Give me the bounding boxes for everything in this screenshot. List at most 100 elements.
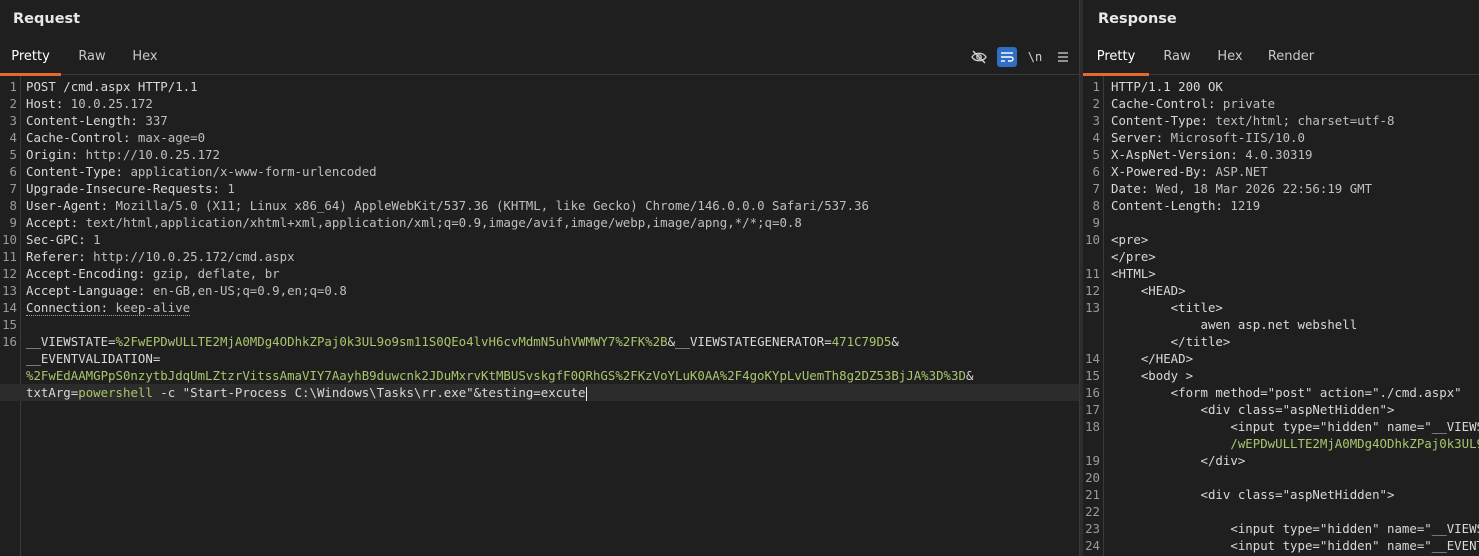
header-value: 1219 bbox=[1222, 198, 1261, 213]
code-line: 14 Connection: keep-alive bbox=[0, 299, 1079, 316]
response-tab-hex[interactable]: Hex bbox=[1209, 38, 1251, 75]
line-number: 23 bbox=[1085, 521, 1100, 536]
code-line: 3 Content-Length: 337 bbox=[0, 112, 1079, 129]
header-name: X-Powered-By: bbox=[1111, 164, 1208, 179]
code-line: 10 <pre> bbox=[1083, 231, 1479, 248]
wrap-lines-icon[interactable] bbox=[997, 46, 1017, 67]
html-line: <pre> bbox=[1111, 232, 1149, 247]
code-line: 13 Accept-Language: en-GB,en-US;q=0.9,en;… bbox=[0, 282, 1079, 299]
line-number: 13 bbox=[2, 283, 17, 298]
code-line: 2 Cache-Control: private bbox=[1083, 95, 1479, 112]
code-line: /wEPDwULLTE2MjA0MDg4ODhkZPaj0k3UL9o9sm11 bbox=[1083, 435, 1479, 452]
code-line: 6 X-Powered-By: ASP.NET bbox=[1083, 163, 1479, 180]
html-line: <div class="aspNetHidden"> bbox=[1111, 487, 1395, 502]
code-line: </pre> bbox=[1083, 248, 1479, 265]
code-text: X-Powered-By: ASP.NET bbox=[1111, 163, 1268, 180]
code-text: Cache-Control: private bbox=[1111, 95, 1275, 112]
code-line: 4 Cache-Control: max-age=0 bbox=[0, 129, 1079, 146]
header-name: Origin: bbox=[26, 147, 79, 162]
code-text: Content-Length: 337 bbox=[26, 112, 168, 129]
line-number: 18 bbox=[1085, 419, 1100, 434]
request-title: Request bbox=[13, 11, 81, 27]
code-line: 8 Content-Length: 1219 bbox=[1083, 197, 1479, 214]
html-line: </div> bbox=[1111, 453, 1246, 468]
line-number: 3 bbox=[9, 113, 17, 128]
code-text: %2FwEdAAMGPpS0nzytbJdqUmLZtzrVitssAmaVIY… bbox=[26, 367, 973, 384]
html-line: </title> bbox=[1111, 334, 1231, 349]
html-line: </pre> bbox=[1111, 249, 1156, 264]
request-toolbar: \n bbox=[969, 38, 1073, 75]
line-number: 7 bbox=[1092, 181, 1100, 196]
code-line: 5 Origin: http://10.0.25.172 bbox=[0, 146, 1079, 163]
code-line: 15 bbox=[0, 316, 1079, 333]
line-number: 10 bbox=[2, 232, 17, 247]
header-name: Cache-Control: bbox=[1111, 96, 1216, 111]
request-tab-hex[interactable]: Hex bbox=[124, 38, 166, 75]
header-name: Content-Length: bbox=[26, 113, 138, 128]
code-line: 3 Content-Type: text/html; charset=utf-8 bbox=[1083, 112, 1479, 129]
eye-slash-icon[interactable] bbox=[969, 47, 989, 67]
html-line: <input type="hidden" name="__EVENTVALIDA… bbox=[1230, 538, 1479, 553]
line-number: 5 bbox=[1092, 147, 1100, 162]
code-line: 18 <input type="hidden" name="__VIEWSTAT… bbox=[1083, 418, 1479, 435]
code-line: 9 Accept: text/html,application/xhtml+xml… bbox=[0, 214, 1079, 231]
param-name: __VIEWSTATEGENERATOR bbox=[675, 334, 825, 349]
header-value: 10.0.25.172 bbox=[63, 96, 153, 111]
response-tab-render[interactable]: Render bbox=[1263, 38, 1319, 75]
code-text: Content-Type: text/html; charset=utf-8 bbox=[1111, 112, 1394, 129]
header-value: 4.0.30319 bbox=[1237, 147, 1313, 162]
param-value: %2FwEdAAMGPpS0nzytbJdqUmLZtzrVitssAmaVIY… bbox=[26, 368, 966, 383]
request-tab-raw[interactable]: Raw bbox=[70, 38, 114, 75]
response-editor[interactable]: 1 HTTP/1.1 200 OK 2 Cache-Control: private… bbox=[1083, 76, 1479, 556]
code-line: 2 Host: 10.0.25.172 bbox=[0, 95, 1079, 112]
code-line: 22 bbox=[1083, 503, 1479, 520]
request-tab-pretty[interactable]: Pretty bbox=[0, 38, 61, 76]
header-value: 337 bbox=[137, 113, 168, 128]
code-line: 13 <title> bbox=[1083, 299, 1479, 316]
response-code[interactable]: 1 HTTP/1.1 200 OK 2 Cache-Control: private… bbox=[1083, 78, 1479, 554]
line-number: 12 bbox=[1085, 283, 1100, 298]
line-number: 17 bbox=[1085, 402, 1100, 417]
response-tab-raw[interactable]: Raw bbox=[1155, 38, 1199, 75]
html-line: <body > bbox=[1111, 368, 1194, 383]
code-line: 15 <body > bbox=[1083, 367, 1479, 384]
code-text: User-Agent: Mozilla/5.0 (X11; Linux x86_… bbox=[26, 197, 869, 214]
code-text: Content-Type: application/x-www-form-url… bbox=[26, 163, 377, 180]
header-name: Content-Type: bbox=[26, 164, 123, 179]
newline-toggle[interactable]: \n bbox=[1025, 47, 1045, 67]
response-tab-pretty[interactable]: Pretty bbox=[1083, 38, 1149, 76]
param-name: txtArg bbox=[26, 385, 71, 400]
html-line: <div class="aspNetHidden"> bbox=[1111, 402, 1395, 417]
response-tabbar: Pretty Raw Hex Render bbox=[1083, 38, 1479, 76]
code-text: Origin: http://10.0.25.172 bbox=[26, 146, 220, 163]
line-number: 4 bbox=[1092, 130, 1100, 145]
hamburger-menu-icon[interactable] bbox=[1053, 47, 1073, 67]
code-text: Connection: keep-alive bbox=[26, 300, 191, 316]
line-number: 19 bbox=[1085, 453, 1100, 468]
param-value: %2FwEPDwULLTE2MjA0MDg4ODhkZPaj0k3UL9o9sm… bbox=[115, 334, 668, 349]
header-name: Accept-Language: bbox=[26, 283, 146, 298]
code-line: 6 Content-Type: application/x-www-form-ur… bbox=[0, 163, 1079, 180]
line-number: 9 bbox=[9, 215, 17, 230]
code-line: 19 </div> bbox=[1083, 452, 1479, 469]
request-code[interactable]: 1 POST /cmd.aspx HTTP/1.1 2 Host: 10.0.25.… bbox=[0, 78, 1079, 401]
line-number: 15 bbox=[2, 317, 17, 332]
response-pane: Response Pretty Raw Hex Render 1 HTTP/1.1… bbox=[1083, 0, 1479, 556]
header-name: Accept-Encoding: bbox=[26, 266, 146, 281]
code-text: Host: 10.0.25.172 bbox=[26, 95, 153, 112]
code-text: = bbox=[152, 351, 161, 366]
code-line: 12 Accept-Encoding: gzip, deflate, br bbox=[0, 265, 1079, 282]
html-text: awen asp.net webshell bbox=[1111, 317, 1358, 332]
code-text: Content-Length: 1219 bbox=[1111, 197, 1260, 214]
html-line: <input type="hidden" name="__VIEWSTATE" bbox=[1230, 419, 1479, 434]
html-line: <HEAD> bbox=[1111, 283, 1186, 298]
code-line: 4 Server: Microsoft-IIS/10.0 bbox=[1083, 129, 1479, 146]
header-value: private bbox=[1215, 96, 1276, 111]
header-name: Host: bbox=[26, 96, 64, 111]
line-number: 6 bbox=[9, 164, 17, 179]
request-editor[interactable]: 1 POST /cmd.aspx HTTP/1.1 2 Host: 10.0.25.… bbox=[0, 76, 1079, 556]
code-text: Server: Microsoft-IIS/10.0 bbox=[1111, 129, 1305, 146]
code-line: 10 Sec-GPC: 1 bbox=[0, 231, 1079, 248]
html-line: <title> bbox=[1111, 300, 1223, 315]
code-line: 24 <input type="hidden" name="__EVENTVAL… bbox=[1083, 537, 1479, 554]
